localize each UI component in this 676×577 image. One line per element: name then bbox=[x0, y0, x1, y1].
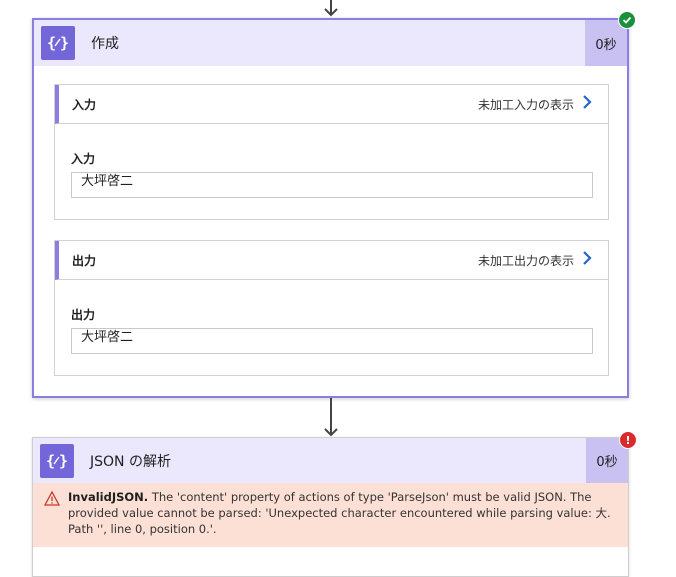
parse-json-card-header[interactable]: { } JSON の解析 0秒 bbox=[33, 438, 628, 483]
success-check-icon bbox=[618, 11, 636, 29]
error-message: InvalidJSON. The 'content' property of a… bbox=[68, 489, 613, 537]
input-field-label: 入力 bbox=[71, 152, 96, 166]
show-raw-inputs-link[interactable]: 未加工入力の表示 bbox=[478, 85, 592, 123]
input-section-title: 入力 bbox=[72, 97, 97, 112]
show-raw-outputs-link[interactable]: 未加工出力の表示 bbox=[478, 241, 592, 279]
error-title: InvalidJSON. bbox=[68, 490, 149, 504]
parse-json-action-icon: { } bbox=[40, 443, 74, 478]
error-alert-icon: ! bbox=[619, 431, 637, 449]
svg-text:}: } bbox=[59, 452, 68, 470]
show-raw-outputs-label: 未加工出力の表示 bbox=[477, 253, 574, 268]
svg-text:{: { bbox=[47, 34, 56, 52]
chevron-right-icon bbox=[582, 95, 592, 113]
output-section: 出力 未加工出力の表示 出力 大坪啓二 bbox=[54, 240, 609, 376]
input-section: 入力 未加工入力の表示 入力 大坪啓二 bbox=[54, 84, 609, 220]
parse-json-card-title: JSON の解析 bbox=[90, 453, 171, 470]
error-detail: The 'content' property of actions of typ… bbox=[68, 490, 611, 536]
chevron-right-icon bbox=[582, 251, 592, 269]
output-field-label: 出力 bbox=[71, 308, 96, 322]
output-section-title: 出力 bbox=[72, 253, 97, 268]
compose-card-title: 作成 bbox=[91, 36, 119, 52]
flow-arrow-top bbox=[324, 0, 338, 18]
error-banner: InvalidJSON. The 'content' property of a… bbox=[33, 483, 628, 547]
show-raw-inputs-label: 未加工入力の表示 bbox=[477, 97, 574, 112]
input-section-header: 入力 未加工入力の表示 bbox=[55, 85, 608, 124]
output-section-header: 出力 未加工出力の表示 bbox=[55, 241, 608, 280]
flow-arrow-middle bbox=[324, 398, 338, 438]
output-field-value: 大坪啓二 bbox=[71, 328, 593, 354]
svg-text:}: } bbox=[60, 34, 69, 52]
svg-text:{: { bbox=[46, 452, 55, 470]
compose-card-header[interactable]: { } 作成 0秒 bbox=[34, 20, 627, 66]
warning-icon bbox=[43, 490, 61, 510]
compose-action-card[interactable]: { } 作成 0秒 入力 未加工入力の表示 入力 大坪啓二 出力 未加工出力の表… bbox=[32, 18, 629, 398]
input-field-value: 大坪啓二 bbox=[71, 172, 593, 198]
compose-action-icon: { } bbox=[41, 26, 75, 60]
parse-json-action-card[interactable]: { } JSON の解析 0秒 InvalidJSON. The 'conten… bbox=[32, 437, 629, 577]
